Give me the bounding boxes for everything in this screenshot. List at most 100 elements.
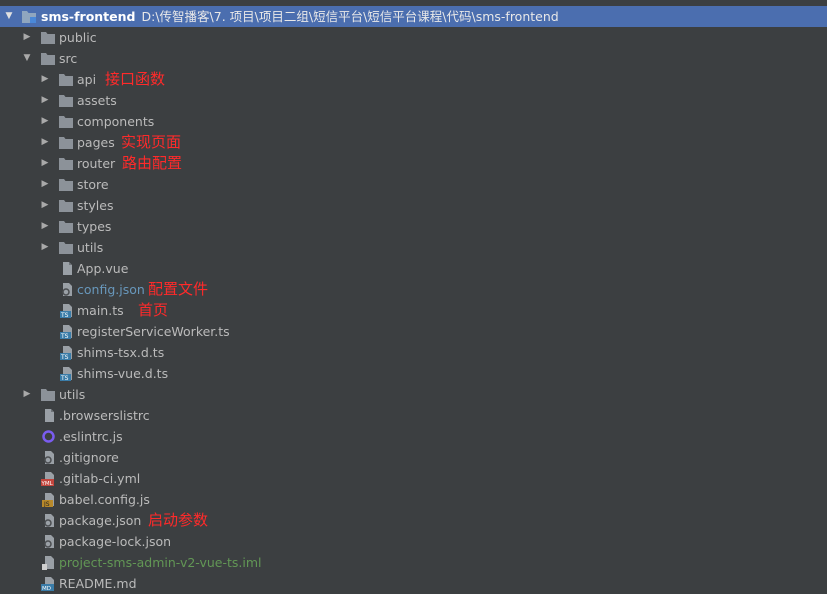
tree-item-label: .eslintrc.js — [59, 429, 123, 444]
tree-item-components[interactable]: ▶ components — [0, 111, 827, 132]
folder-icon — [40, 51, 56, 66]
folder-icon — [58, 240, 74, 255]
chevron-right-icon[interactable]: ▶ — [40, 216, 50, 237]
tree-item-label: api — [77, 72, 97, 87]
markdown-file-icon: MD — [41, 576, 57, 591]
tree-item-shims-vue-d-ts[interactable]: TS shims-vue.d.ts — [0, 363, 827, 384]
chevron-right-icon[interactable]: ▶ — [40, 237, 50, 258]
tree-item-types[interactable]: ▶ types — [0, 216, 827, 237]
typescript-file-icon: TS — [59, 324, 75, 339]
tree-item-main-ts[interactable]: TS main.ts 首页 — [0, 300, 827, 321]
chevron-down-icon[interactable]: ▼ — [22, 48, 32, 69]
tree-item-api[interactable]: ▶ api 接口函数 — [0, 69, 827, 90]
tree-item-store[interactable]: ▶ store — [0, 174, 827, 195]
tree-item-label: .gitlab-ci.yml — [59, 471, 141, 486]
chevron-right-icon[interactable]: ▶ — [40, 174, 50, 195]
folder-icon — [58, 93, 74, 108]
svg-text:TS: TS — [60, 375, 69, 381]
annotation-note: 实现页面 — [121, 133, 182, 151]
folder-icon — [58, 177, 74, 192]
tree-item-label: store — [77, 177, 109, 192]
chevron-right-icon[interactable]: ▶ — [40, 132, 50, 153]
tree-item-iml[interactable]: project-sms-admin-v2-vue-ts.iml — [0, 552, 827, 573]
tree-item-package-lock-json[interactable]: package-lock.json — [0, 531, 827, 552]
tree-item-registerserviceworker-ts[interactable]: TS registerServiceWorker.ts — [0, 321, 827, 342]
tree-item-label: shims-vue.d.ts — [77, 366, 169, 381]
tree-item-label: babel.config.js — [59, 492, 150, 507]
tree-item-public[interactable]: ▶ public — [0, 27, 827, 48]
top-edge — [0, 0, 827, 5]
tree-item-shims-tsx-d-ts[interactable]: TS shims-tsx.d.ts — [0, 342, 827, 363]
folder-icon — [58, 114, 74, 129]
tree-item-pages[interactable]: ▶ pages 实现页面 — [0, 132, 827, 153]
file-icon — [59, 261, 75, 276]
typescript-file-icon: TS — [59, 366, 75, 381]
tree-item-utils-root[interactable]: ▶ utils — [0, 384, 827, 405]
tree-item-label: .browserslistrc — [59, 408, 150, 423]
svg-text:TS: TS — [60, 354, 69, 360]
svg-text:MD: MD — [42, 586, 51, 591]
module-folder-icon — [21, 9, 37, 24]
tree-item-label: main.ts — [77, 303, 124, 318]
tree-item-styles[interactable]: ▶ styles — [0, 195, 827, 216]
file-icon — [41, 408, 57, 423]
chevron-right-icon[interactable]: ▶ — [40, 195, 50, 216]
tree-item-label: styles — [77, 198, 114, 213]
tree-item-package-json[interactable]: package.json 启动参数 — [0, 510, 827, 531]
root-name: sms-frontend — [41, 9, 136, 24]
folder-icon — [58, 72, 74, 87]
tree-item-utils[interactable]: ▶ utils — [0, 237, 827, 258]
tree-item-label: README.md — [59, 576, 137, 591]
chevron-right-icon[interactable]: ▶ — [22, 384, 32, 405]
config-file-icon — [41, 534, 57, 549]
tree-item-router[interactable]: ▶ router 路由配置 — [0, 153, 827, 174]
typescript-file-icon: TS — [59, 303, 75, 318]
svg-text:YML: YML — [41, 481, 54, 486]
tree-item-babel-config-js[interactable]: JS babel.config.js — [0, 489, 827, 510]
annotation-note: 路由配置 — [122, 154, 183, 172]
tree-item-label: utils — [59, 387, 86, 402]
svg-text:JS: JS — [43, 501, 50, 507]
chevron-down-icon[interactable]: ▼ — [4, 6, 14, 27]
tree-item-label: src — [59, 51, 78, 66]
tree-root-sms-frontend[interactable]: ▼ sms-frontend D:\传智播客\7. 项目\项目二组\短信平台\短信… — [0, 6, 827, 27]
tree-item-label: .gitignore — [59, 450, 119, 465]
tree-item-label: project-sms-admin-v2-vue-ts.iml — [59, 555, 262, 570]
tree-item-gitignore[interactable]: .gitignore — [0, 447, 827, 468]
tree-item-label: assets — [77, 93, 117, 108]
tree-item-browserslistrc[interactable]: .browserslistrc — [0, 405, 827, 426]
folder-icon — [58, 219, 74, 234]
tree-item-src[interactable]: ▼ src — [0, 48, 827, 69]
tree-item-gitlab-ci-yml[interactable]: YML .gitlab-ci.yml — [0, 468, 827, 489]
config-file-icon — [41, 450, 57, 465]
annotation-note: 接口函数 — [105, 70, 166, 88]
svg-text:TS: TS — [60, 312, 69, 318]
yml-file-icon: YML — [41, 471, 57, 486]
chevron-right-icon[interactable]: ▶ — [40, 69, 50, 90]
tree-item-label: shims-tsx.d.ts — [77, 345, 165, 360]
chevron-right-icon[interactable]: ▶ — [40, 153, 50, 174]
tree-item-readme-md[interactable]: MD README.md — [0, 573, 827, 594]
tree-item-label: config.json — [77, 282, 145, 297]
svg-text:TS: TS — [60, 333, 69, 339]
folder-icon — [40, 30, 56, 45]
folder-icon — [58, 156, 74, 171]
chevron-right-icon[interactable]: ▶ — [40, 111, 50, 132]
config-file-icon — [41, 513, 57, 528]
annotation-note: 启动参数 — [148, 511, 209, 529]
tree-item-app-vue[interactable]: App.vue — [0, 258, 827, 279]
tree-item-eslintrc-js[interactable]: .eslintrc.js — [0, 426, 827, 447]
tree-item-label: router — [77, 156, 116, 171]
iml-file-icon — [41, 555, 57, 570]
tree-item-label: components — [77, 114, 155, 129]
tree-item-label: package-lock.json — [59, 534, 172, 549]
js-file-icon: JS — [41, 492, 57, 507]
tree-item-config-json[interactable]: config.json 配置文件 — [0, 279, 827, 300]
annotation-note: 首页 — [138, 301, 169, 319]
tree-item-assets[interactable]: ▶ assets — [0, 90, 827, 111]
tree-item-label: public — [59, 30, 97, 45]
config-file-icon — [59, 282, 75, 297]
chevron-right-icon[interactable]: ▶ — [22, 27, 32, 48]
chevron-right-icon[interactable]: ▶ — [40, 90, 50, 111]
folder-icon — [58, 135, 74, 150]
